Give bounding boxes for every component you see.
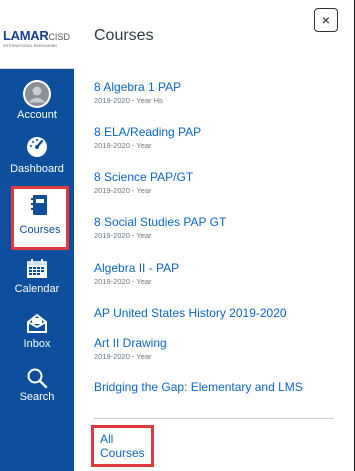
nav-courses[interactable]: Courses xyxy=(11,186,69,250)
course-list-item[interactable]: 8 Social Studies PAP GT 2019-2020 - Year xyxy=(94,215,226,241)
close-icon: × xyxy=(321,12,331,28)
course-term: 2019-2020 - Year xyxy=(94,352,152,361)
logo-area[interactable]: LAMARCISD INTERNATIONAL BARGAINING xyxy=(0,0,74,69)
all-courses-link[interactable]: All Courses xyxy=(91,425,154,467)
course-link[interactable]: 8 Algebra 1 PAP xyxy=(94,80,181,94)
nav-calendar-label: Calendar xyxy=(14,283,60,295)
course-list-item[interactable]: Art II Drawing 2019-2020 - Year xyxy=(94,336,167,362)
course-list-item[interactable]: 8 Algebra 1 PAP 2019-2020 - Year Hs xyxy=(94,80,181,106)
course-term: 2019-2020 - Year xyxy=(94,231,152,240)
course-link[interactable]: 8 ELA/Reading PAP xyxy=(94,125,201,139)
courses-book-icon xyxy=(31,195,47,215)
nav-inbox[interactable]: Inbox xyxy=(0,312,74,351)
course-link[interactable]: Art II Drawing xyxy=(94,336,167,350)
course-list-item[interactable]: Bridging the Gap: Elementary and LMS xyxy=(94,380,303,394)
dashboard-gauge-icon xyxy=(27,137,47,157)
nav-search-label: Search xyxy=(19,391,55,403)
tray-divider xyxy=(94,418,334,419)
course-link[interactable]: 8 Social Studies PAP GT xyxy=(94,215,226,229)
course-link[interactable]: Algebra II - PAP xyxy=(94,261,179,275)
course-link[interactable]: Bridging the Gap: Elementary and LMS xyxy=(94,380,303,394)
nav-dashboard-label: Dashboard xyxy=(10,163,64,175)
course-term: 2019-2020 - Year xyxy=(94,277,152,286)
account-avatar-icon xyxy=(23,80,51,108)
logo-tagline: INTERNATIONAL BARGAINING xyxy=(3,44,58,48)
course-list-item[interactable]: AP United States History 2019-2020 xyxy=(94,306,287,320)
course-link[interactable]: AP United States History 2019-2020 xyxy=(94,306,287,320)
nav-calendar[interactable]: Calendar xyxy=(0,259,74,296)
logo-brand: LAMAR xyxy=(3,28,49,43)
course-term: 2019-2020 - Year xyxy=(94,141,152,150)
nav-search[interactable]: Search xyxy=(0,367,74,404)
inbox-icon xyxy=(27,313,47,333)
courses-tray: Courses × 8 Algebra 1 PAP 2019-2020 - Ye… xyxy=(74,0,354,471)
nav-account-label: Account xyxy=(17,109,57,121)
district-logo: LAMARCISD xyxy=(3,28,70,43)
course-term: 2019-2020 - Year Hs xyxy=(94,96,163,105)
nav-account[interactable]: Account xyxy=(0,79,74,122)
global-navigation-sidebar: Account Dashboard Courses Calendar Inbox… xyxy=(0,69,74,471)
tray-title: Courses xyxy=(94,27,154,44)
calendar-icon xyxy=(27,259,47,278)
course-list-item[interactable]: 8 ELA/Reading PAP 2019-2020 - Year xyxy=(94,125,201,151)
search-icon xyxy=(27,368,48,389)
close-tray-button[interactable]: × xyxy=(314,8,338,32)
course-link[interactable]: 8 Science PAP/GT xyxy=(94,170,193,184)
course-list-item[interactable]: 8 Science PAP/GT 2019-2020 - Year xyxy=(94,170,193,196)
nav-dashboard[interactable]: Dashboard xyxy=(0,135,74,176)
course-term: 2019-2020 - Year xyxy=(94,186,152,195)
nav-courses-label: Courses xyxy=(19,224,61,236)
course-list-item[interactable]: Algebra II - PAP 2019-2020 - Year xyxy=(94,261,179,287)
nav-inbox-label: Inbox xyxy=(23,338,51,350)
logo-suffix: CISD xyxy=(48,32,70,42)
